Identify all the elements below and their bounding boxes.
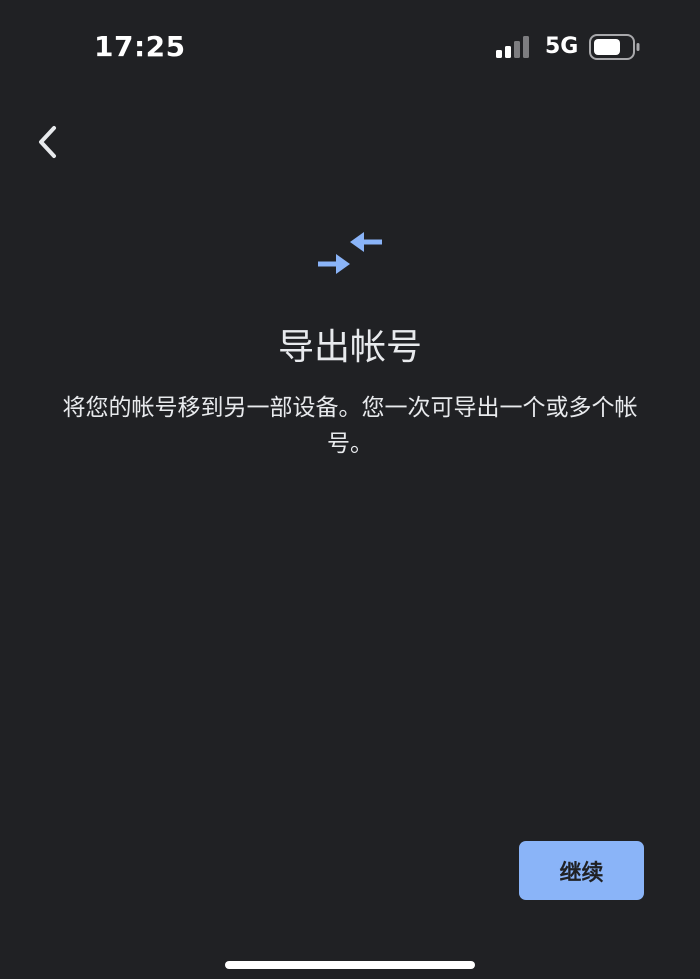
export-accounts-screen: 17:25 5G 导出帐号 将您的帐号移到另一部设备。您一次可导出一个或多个帐号…	[0, 0, 700, 979]
page-description: 将您的帐号移到另一部设备。您一次可导出一个或多个帐号。	[62, 395, 638, 457]
home-indicator[interactable]	[225, 961, 475, 969]
battery-icon	[589, 34, 640, 60]
back-button[interactable]	[24, 118, 72, 166]
signal-bars-icon	[496, 36, 529, 58]
network-type-label: 5G	[545, 34, 579, 59]
status-time: 17:25	[94, 30, 186, 63]
transfer-arrows-icon	[318, 232, 382, 274]
page-title: 导出帐号	[277, 327, 422, 368]
status-bar: 17:25 5G	[0, 0, 700, 96]
continue-button[interactable]: 继续	[519, 841, 644, 900]
chevron-left-icon	[39, 126, 56, 158]
